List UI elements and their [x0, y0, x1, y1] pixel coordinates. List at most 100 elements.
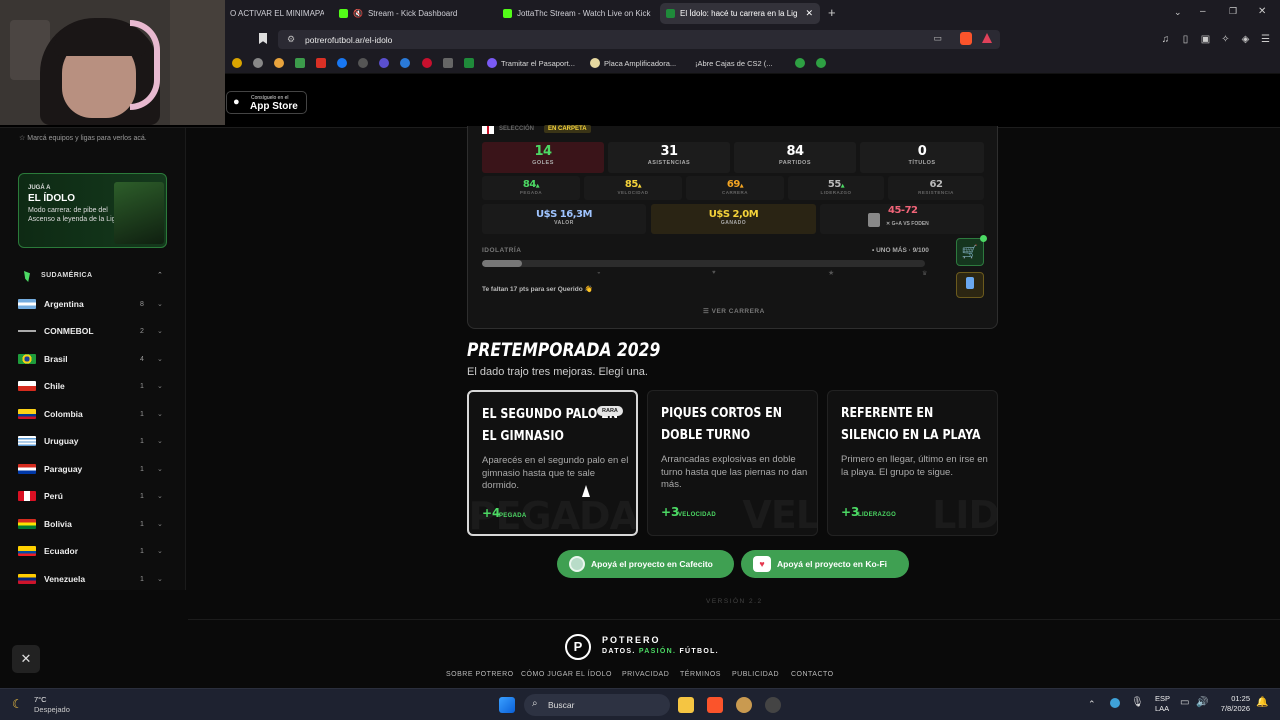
stat-label: ASISTENCIAS	[647, 160, 691, 166]
star-icon: ☆	[19, 135, 28, 142]
potrero-logo[interactable]: P	[565, 634, 591, 660]
sidebar-item-peru[interactable]: Perú 1 ⌄	[18, 488, 168, 504]
potrero-icon[interactable]	[464, 58, 474, 68]
sidebar-item-ecuador[interactable]: Ecuador 1 ⌄	[18, 543, 168, 559]
status-badge: EN CARPETA	[544, 125, 591, 133]
bookmark-favicon[interactable]	[253, 58, 263, 68]
footer-link-contacto[interactable]: CONTACTO	[791, 671, 834, 678]
region-header[interactable]: SUDAMÉRICA	[41, 272, 92, 279]
brave-rewards-icon[interactable]	[982, 33, 992, 43]
browser-tab-active[interactable]: El Ídolo: hacé tu carrera en la Lig ✕	[660, 3, 820, 24]
choice-card-referente[interactable]: LID REFERENTE EN SILENCIO EN LA PLAYA Pr…	[827, 390, 998, 536]
microphone-icon[interactable]: 🎙	[1131, 697, 1144, 708]
sidebar-item-colombia[interactable]: Colombia 1 ⌄	[18, 406, 168, 422]
sidebar-item-brasil[interactable]: Brasil 4 ⌄	[18, 351, 168, 367]
country-label: Perú	[44, 491, 63, 501]
footer-link-terminos[interactable]: TÉRMINOS	[680, 671, 721, 678]
app-icon[interactable]	[736, 697, 752, 713]
new-tab-button[interactable]: +	[828, 5, 836, 20]
choice-watermark: VEL	[742, 493, 818, 536]
shop-cart-icon[interactable]: 🛒	[956, 238, 984, 266]
cast-icon[interactable]: ▭	[933, 33, 942, 44]
language-code[interactable]: ESP	[1155, 694, 1170, 703]
bookmark-favicon[interactable]	[358, 58, 368, 68]
bookmark-favicon[interactable]	[295, 58, 305, 68]
mute-icon[interactable]: 🔇	[353, 9, 363, 18]
site-settings-icon[interactable]: ⚙	[287, 34, 295, 45]
vpn-icon[interactable]: ◈	[1240, 34, 1251, 45]
leo-ai-icon[interactable]: ✧	[1220, 34, 1231, 45]
kofi-button[interactable]: ♥ Apoyá el proyecto en Ko-Fi	[741, 550, 909, 578]
brave-shields-icon[interactable]	[960, 32, 972, 45]
media-icon[interactable]: ♫	[1160, 34, 1171, 45]
browser-tab[interactable]: JottaThc Stream - Watch Live on Kick	[497, 3, 657, 24]
country-count: 1	[140, 437, 144, 445]
sidebar-item-paraguay[interactable]: Paraguay 1 ⌄	[18, 461, 168, 477]
sidebar-item-bolivia[interactable]: Bolivia 1 ⌄	[18, 516, 168, 532]
bookmark-favicon[interactable]	[274, 58, 284, 68]
file-explorer-icon[interactable]	[678, 697, 694, 713]
wallet-icon[interactable]: ▣	[1200, 34, 1211, 45]
footer-link-sobre[interactable]: SOBRE POTRERO	[446, 671, 514, 678]
bookmark-favicon[interactable]	[379, 58, 389, 68]
menu-icon[interactable]: ☰	[1260, 34, 1271, 45]
footer-link-publicidad[interactable]: PUBLICIDAD	[732, 671, 779, 678]
el-idolo-promo-card[interactable]: JUGÁ A EL ÍDOLO Modo carrera: de pibe de…	[18, 173, 167, 248]
network-icon[interactable]: ▭	[1180, 697, 1189, 708]
ver-carrera-button[interactable]: ☰ VER CARRERA	[703, 307, 765, 315]
windows-start-icon[interactable]	[499, 697, 515, 713]
bookmark-favicon[interactable]	[443, 58, 453, 68]
tab-list-icon[interactable]: ⌄	[1174, 7, 1182, 18]
tray-app-icon[interactable]	[1110, 698, 1120, 708]
wardrobe-button[interactable]	[956, 272, 984, 298]
bookmark-favicon[interactable]	[422, 58, 432, 68]
bookmark-favicon[interactable]	[816, 58, 826, 68]
browser-tab[interactable]: O ACTIVAR EL MINIMAPA	[224, 3, 324, 24]
bookmark-favicon[interactable]	[232, 58, 242, 68]
cafecito-button[interactable]: Apoyá el proyecto en Cafecito	[557, 550, 734, 578]
sidebar-item-conmebol[interactable]: CONMEBOL 2 ⌄	[18, 323, 168, 339]
country-count: 1	[140, 547, 144, 555]
close-icon[interactable]: ✕	[12, 645, 40, 673]
sidebar-item-venezuela[interactable]: Venezuela 1 ⌄	[18, 571, 168, 587]
sidebar-item-uruguay[interactable]: Uruguay 1 ⌄	[18, 433, 168, 449]
volume-icon[interactable]: 🔊	[1196, 697, 1208, 708]
close-tab-icon[interactable]: ✕	[805, 8, 813, 19]
sidebar-toggle-icon[interactable]: ▯	[1180, 34, 1191, 45]
bookmark-favicon[interactable]	[400, 58, 410, 68]
bookmark-item[interactable]: ¡Abre Cajas de CS2 (...	[695, 57, 773, 69]
keyboard-layout[interactable]: LAA	[1155, 704, 1169, 713]
browser-tab[interactable]: 🔇 Stream - Kick Dashboard	[333, 3, 493, 24]
close-window-icon[interactable]: ✕	[1258, 6, 1266, 17]
bookmark-icon[interactable]	[259, 33, 267, 44]
gmail-icon[interactable]	[316, 58, 326, 68]
taskbar-search[interactable]: ⌕ Buscar	[524, 694, 670, 716]
url-input[interactable]: ⚙ potrerofutbol.ar/el-idolo ▭	[278, 30, 1000, 49]
stat-partidos: 84 PARTIDOS	[734, 142, 856, 173]
sidebar-item-argentina[interactable]: Argentina 8 ⌄	[18, 296, 168, 312]
chevron-up-icon[interactable]: ⌃	[1088, 699, 1096, 710]
idolatria-status: • UNO MÁS · 9/100	[872, 247, 929, 254]
steam-icon[interactable]	[765, 697, 781, 713]
chevron-up-icon[interactable]: ⌃	[157, 271, 163, 279]
facebook-icon[interactable]	[337, 58, 347, 68]
attr-pegada: 84▲ PEGADA	[482, 176, 580, 200]
bookmark-item[interactable]: Placa Amplificadora...	[590, 57, 676, 69]
footer-link-privacidad[interactable]: PRIVACIDAD	[622, 671, 669, 678]
minimize-icon[interactable]: –	[1200, 6, 1206, 17]
clock-time[interactable]: 01:25	[1222, 694, 1250, 703]
notification-bell-icon[interactable]: 🔔	[1256, 697, 1268, 708]
clock-date[interactable]: 7/8/2026	[1212, 704, 1250, 713]
chevron-down-icon: ⌄	[157, 356, 163, 363]
brave-icon[interactable]	[707, 697, 723, 713]
bookmark-favicon[interactable]	[795, 58, 805, 68]
maximize-icon[interactable]: ❐	[1229, 6, 1237, 17]
choice-card-segundo-palo[interactable]: PEGADA EL SEGUNDO PALO EN EL GIMNASIO RA…	[467, 390, 638, 536]
sidebar-item-chile[interactable]: Chile 1 ⌄	[18, 378, 168, 394]
footer-link-como-jugar[interactable]: CÓMO JUGAR EL ÍDOLO	[521, 671, 612, 678]
career-card: SELECCIÓN EN CARPETA 14 GOLES 31 ASISTENCI…	[467, 125, 998, 329]
choice-card-piques-cortos[interactable]: VEL PIQUES CORTOS EN DOBLE TURNO Arranca…	[647, 390, 818, 536]
idolatria-hint-text: Te faltan 17 pts para ser Querido	[482, 286, 583, 293]
app-store-badge[interactable]: ● Consíguelo en el App Store	[226, 91, 307, 114]
bookmark-item[interactable]: Tramitar el Pasaport...	[487, 57, 575, 69]
